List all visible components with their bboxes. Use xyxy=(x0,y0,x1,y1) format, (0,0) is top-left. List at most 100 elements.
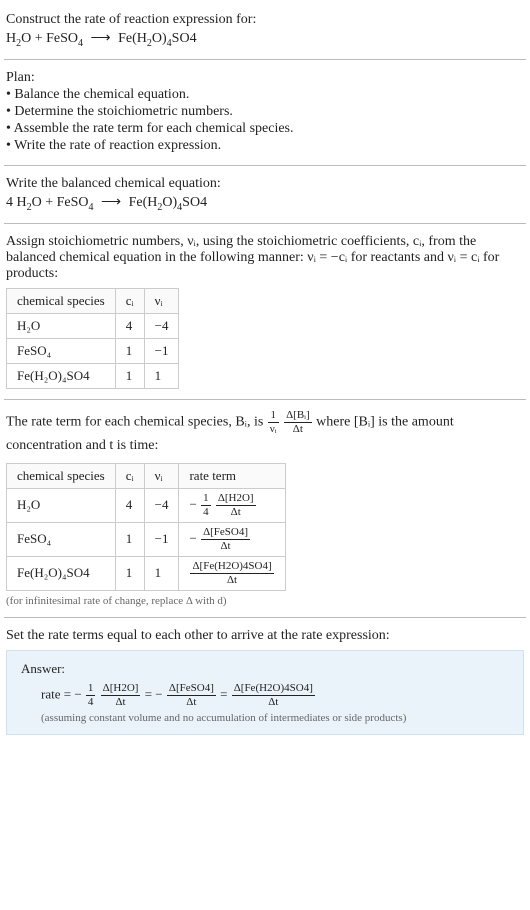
balanced-title: Write the balanced chemical equation: xyxy=(6,176,524,192)
frac-den: Δt xyxy=(167,696,216,708)
fraction: Δ[Fe(H2O)4SO4]Δt xyxy=(190,561,273,586)
balanced-equation: 4 H2O + FeSO4 ⟶ Fe(H2O)4SO4 xyxy=(6,194,524,213)
frac-num: Δ[H2O] xyxy=(101,683,141,696)
cell-c: 4 xyxy=(115,313,144,338)
plan-item: • Balance the chemical equation. xyxy=(6,87,524,103)
cell-v: 1 xyxy=(144,363,179,388)
frac-den: 4 xyxy=(201,506,211,518)
cell-species: H₂O xyxy=(7,313,116,338)
col-ci: cᵢ xyxy=(115,463,144,488)
cell-v: 1 xyxy=(144,556,179,590)
balanced-section: Write the balanced chemical equation: 4 … xyxy=(4,170,526,219)
cell-v: −4 xyxy=(144,313,179,338)
cell-c: 1 xyxy=(115,338,144,363)
cell-species: Fe(H₂O)₄SO4 xyxy=(7,556,116,590)
col-species: chemical species xyxy=(7,288,116,313)
eq-text: H xyxy=(17,195,27,210)
frac-num: 1 xyxy=(86,683,96,696)
eq-text: O + FeSO xyxy=(32,195,89,210)
answer-label: Answer: xyxy=(21,661,509,677)
answer-expression: rate = − 14 Δ[H2O]Δt = − Δ[FeSO4]Δt = Δ[… xyxy=(21,683,509,708)
eq-coef: 4 xyxy=(6,195,17,210)
frac-den: 4 xyxy=(86,696,96,708)
frac-num: Δ[FeSO4] xyxy=(167,683,216,696)
table-row: FeSO₄ 1 −1 − Δ[FeSO4]Δt xyxy=(7,522,286,556)
table-row: H₂O 4 −4 − 14 Δ[H2O]Δt xyxy=(7,488,286,522)
cell-species: H₂O xyxy=(7,488,116,522)
cell-rate: Δ[Fe(H2O)4SO4]Δt xyxy=(179,556,285,590)
table-header-row: chemical species cᵢ νᵢ xyxy=(7,288,179,313)
fraction: Δ[FeSO4]Δt xyxy=(167,683,216,708)
arrow-icon: ⟶ xyxy=(97,195,125,210)
cell-v: −4 xyxy=(144,488,179,522)
table-row: FeSO₄ 1 −1 xyxy=(7,338,179,363)
eq-sub: 4 xyxy=(89,202,94,213)
cell-rate: − Δ[FeSO4]Δt xyxy=(179,522,285,556)
cell-c: 1 xyxy=(115,556,144,590)
rate-lead: rate = xyxy=(41,686,74,701)
divider xyxy=(4,617,526,618)
cell-species: FeSO₄ xyxy=(7,522,116,556)
fraction: Δ[Fe(H2O)4SO4]Δt xyxy=(232,683,315,708)
arrow-icon: ⟶ xyxy=(87,31,115,46)
stoich-section: Assign stoichiometric numbers, νᵢ, using… xyxy=(4,228,526,395)
fraction: 1νᵢ xyxy=(268,410,279,435)
eq-text: O + FeSO xyxy=(21,31,78,46)
frac-num: Δ[Fe(H2O)4SO4] xyxy=(190,561,273,574)
divider xyxy=(4,399,526,400)
prompt-text: Construct the rate of reaction expressio… xyxy=(6,12,524,28)
table-row: Fe(H₂O)₄SO4 1 1 xyxy=(7,363,179,388)
cell-v: −1 xyxy=(144,522,179,556)
cell-c: 1 xyxy=(115,363,144,388)
eq-text: Fe(H xyxy=(118,31,147,46)
plan-title: Plan: xyxy=(6,70,524,86)
setequal-section: Set the rate terms equal to each other t… xyxy=(4,622,526,741)
frac-den: Δt xyxy=(216,506,256,518)
neg-sign: − xyxy=(189,530,196,545)
stoich-table: chemical species cᵢ νᵢ H₂O 4 −4 FeSO₄ 1 … xyxy=(6,288,179,389)
frac-den: Δt xyxy=(284,423,312,435)
plan-item: • Determine the stoichiometric numbers. xyxy=(6,104,524,120)
stoich-text: Assign stoichiometric numbers, νᵢ, using… xyxy=(6,234,524,282)
fraction: Δ[H2O]Δt xyxy=(216,493,256,518)
cell-rate: − 14 Δ[H2O]Δt xyxy=(179,488,285,522)
setequal-text: Set the rate terms equal to each other t… xyxy=(6,628,524,644)
rateterm-text: The rate term for each chemical species,… xyxy=(6,410,524,457)
frac-num: Δ[FeSO4] xyxy=(201,527,250,540)
prompt-section: Construct the rate of reaction expressio… xyxy=(4,6,526,55)
eq-sub: 4 xyxy=(78,38,83,49)
answer-box: Answer: rate = − 14 Δ[H2O]Δt = − Δ[FeSO4… xyxy=(6,650,524,735)
eq-text: SO4 xyxy=(182,195,207,210)
col-species: chemical species xyxy=(7,463,116,488)
neg-sign: − xyxy=(189,496,196,511)
plan-item: • Write the rate of reaction expression. xyxy=(6,138,524,154)
eq-text: O) xyxy=(162,195,177,210)
frac-num: 1 xyxy=(268,410,279,423)
frac-num: Δ[H2O] xyxy=(216,493,256,506)
divider xyxy=(4,59,526,60)
col-vi: νᵢ xyxy=(144,288,179,313)
prompt-equation: H2O + FeSO4 ⟶ Fe(H2O)4SO4 xyxy=(6,30,524,49)
divider xyxy=(4,165,526,166)
cell-c: 1 xyxy=(115,522,144,556)
eq-text: O) xyxy=(152,31,167,46)
text: The rate term for each chemical species,… xyxy=(6,414,267,429)
frac-den: Δt xyxy=(101,696,141,708)
eq-text: SO4 xyxy=(172,31,197,46)
fraction: Δ[Bᵢ]Δt xyxy=(284,410,312,435)
frac-num: 1 xyxy=(201,493,211,506)
cell-v: −1 xyxy=(144,338,179,363)
col-vi: νᵢ xyxy=(144,463,179,488)
neg-sign: − xyxy=(155,686,162,701)
plan-item: • Assemble the rate term for each chemic… xyxy=(6,121,524,137)
frac-den: Δt xyxy=(190,574,273,586)
table-row: H₂O 4 −4 xyxy=(7,313,179,338)
cell-species: Fe(H₂O)₄SO4 xyxy=(7,363,116,388)
divider xyxy=(4,223,526,224)
fraction: 14 xyxy=(86,683,96,708)
col-rate: rate term xyxy=(179,463,285,488)
equals: = xyxy=(220,686,231,701)
eq-text: H xyxy=(6,31,16,46)
col-ci: cᵢ xyxy=(115,288,144,313)
fraction: 14 xyxy=(201,493,211,518)
